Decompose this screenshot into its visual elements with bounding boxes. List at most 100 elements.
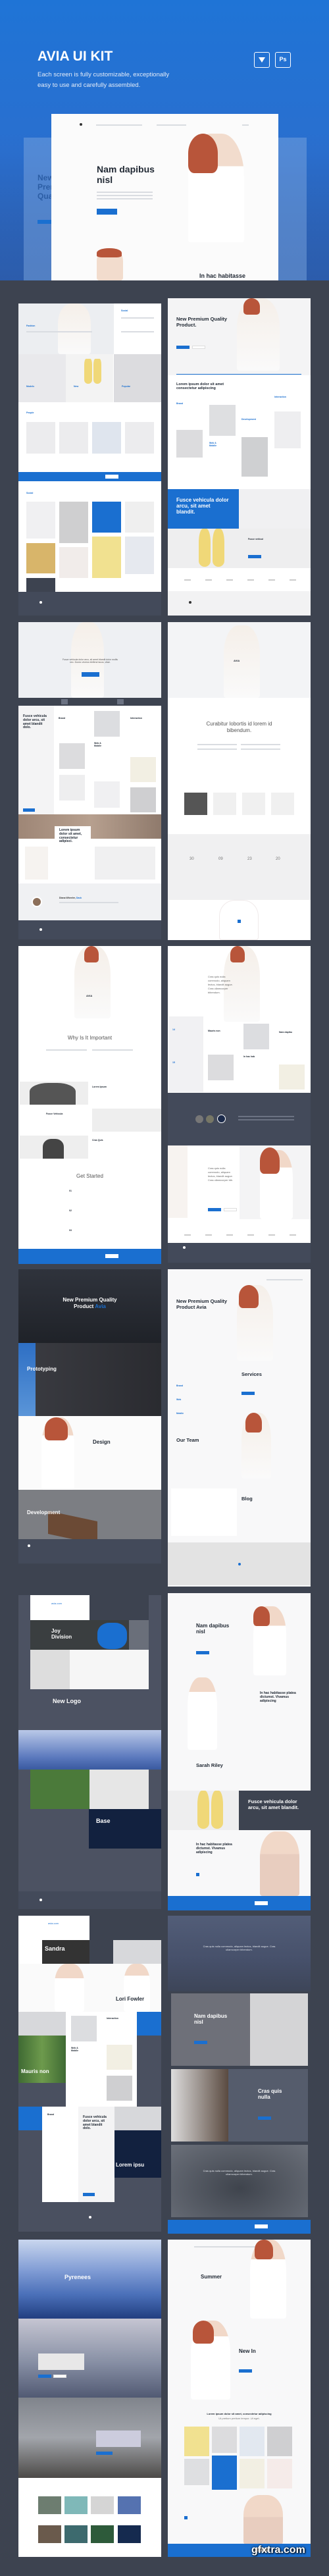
model-image <box>25 847 48 880</box>
product-tile[interactable] <box>240 2459 265 2488</box>
avatar[interactable] <box>206 1115 214 1123</box>
section-heading: Design <box>93 1439 111 1445</box>
text-placeholder <box>59 902 118 903</box>
thumbnail-image <box>96 2431 141 2447</box>
play-button[interactable] <box>184 2516 188 2519</box>
side-button[interactable] <box>23 808 35 812</box>
promo-tile[interactable] <box>212 2456 237 2490</box>
cta-button[interactable] <box>82 672 99 677</box>
secondary-button[interactable] <box>224 1208 237 1211</box>
product-tile[interactable] <box>184 2427 209 2456</box>
mockup-dark-collage: avia.com Joy Division New Logo Base <box>18 1595 161 1909</box>
event-date: 20 <box>276 857 280 861</box>
primary-button[interactable] <box>38 2375 51 2378</box>
text-placeholder <box>241 749 280 750</box>
avatar[interactable] <box>195 1115 203 1123</box>
primary-button[interactable] <box>96 2452 113 2455</box>
sign-up-link[interactable] <box>242 124 249 126</box>
product-tile[interactable] <box>184 2459 209 2485</box>
social-card[interactable] <box>92 502 121 533</box>
gallery-thumbnail[interactable] <box>38 2525 61 2543</box>
map-pin-icon[interactable] <box>238 1563 241 1565</box>
social-card[interactable] <box>125 502 154 533</box>
gallery-thumbnail[interactable] <box>91 2525 114 2543</box>
section-heading: Prototyping <box>27 1366 57 1372</box>
gallery-thumbnail[interactable] <box>118 2525 141 2543</box>
play-button[interactable] <box>238 920 241 923</box>
primary-button[interactable] <box>176 346 190 349</box>
subscribe-button[interactable] <box>255 2224 268 2228</box>
mockup-premium-product: New Premium Quality Product. Lorem ipsum… <box>168 298 311 616</box>
subscribe-button[interactable] <box>255 1901 268 1905</box>
tile-image <box>18 354 66 402</box>
primary-button[interactable] <box>258 2116 271 2120</box>
hero-heading: Nam dapibus nisl <box>97 164 155 186</box>
logo-icon <box>39 1899 42 1901</box>
model-hair <box>245 1413 262 1433</box>
nav-links[interactable] <box>96 124 142 126</box>
primary-button[interactable] <box>239 2369 252 2373</box>
product-tile[interactable] <box>267 2427 292 2456</box>
stationery-image <box>130 787 156 812</box>
gallery-thumbnail[interactable] <box>64 2496 88 2514</box>
primary-button[interactable] <box>196 1651 209 1654</box>
gallery-thumbnail[interactable] <box>118 2496 141 2514</box>
bag-image <box>59 775 85 801</box>
text-placeholder <box>97 192 153 193</box>
play-button[interactable] <box>196 1873 199 1876</box>
secondary-button[interactable] <box>53 2375 66 2378</box>
subscribe-button[interactable] <box>105 475 118 479</box>
author-name: Diana Wheeler, <box>59 897 76 899</box>
search-input[interactable] <box>157 124 186 126</box>
social-card[interactable] <box>26 502 55 539</box>
map[interactable] <box>38 2353 84 2370</box>
subscribe-button[interactable] <box>105 1254 118 1258</box>
product-tile[interactable] <box>212 2427 237 2453</box>
hero-heading: New Premium Quality Product. <box>176 316 228 328</box>
gallery-thumbnail[interactable] <box>38 2496 61 2514</box>
social-card[interactable] <box>92 537 121 578</box>
social-card[interactable] <box>59 547 88 578</box>
nav-links[interactable] <box>266 1279 303 1280</box>
person-name: Sarah Riley <box>196 1762 223 1768</box>
model-image <box>94 781 120 808</box>
top-nav[interactable] <box>18 298 161 303</box>
product-tile[interactable] <box>240 2427 265 2456</box>
hero-accent: Avia <box>95 1303 106 1310</box>
social-card[interactable] <box>26 543 55 573</box>
primary-button[interactable] <box>208 1208 221 1211</box>
quote-heading: In hac habitasse platea dictumst. Vivamu… <box>196 1843 232 1854</box>
text-placeholder <box>121 331 154 332</box>
model-hair <box>239 1285 259 1308</box>
nav-bar[interactable] <box>18 699 161 704</box>
avatar[interactable] <box>217 1115 226 1123</box>
testimonial-author: Diana Wheeler, Dack <box>59 897 82 899</box>
social-card[interactable] <box>59 502 88 543</box>
nav-links[interactable] <box>194 2246 260 2247</box>
slipper-image <box>107 2045 132 2070</box>
portrait-image <box>171 2069 228 2142</box>
photoshop-icon: Ps <box>275 52 291 68</box>
footer <box>18 1891 161 1909</box>
primary-button[interactable] <box>248 555 261 558</box>
gallery-thumbnail[interactable] <box>64 2525 88 2543</box>
side-button[interactable] <box>83 2193 95 2196</box>
primary-button[interactable] <box>194 2041 207 2044</box>
secondary-button[interactable] <box>192 346 205 349</box>
feature-label: Interaction <box>130 717 142 720</box>
card-image <box>209 405 236 436</box>
gallery-thumbnail[interactable] <box>91 2496 114 2514</box>
model-image <box>168 1145 188 1218</box>
text-placeholder <box>197 749 237 750</box>
chair-image <box>176 430 203 458</box>
model-image <box>55 1964 84 2012</box>
text-placeholder <box>121 317 154 319</box>
tile-label: New <box>74 385 79 388</box>
shop-button[interactable] <box>97 209 117 215</box>
section-heading: Blog <box>241 1496 253 1502</box>
product-tile[interactable] <box>267 2459 292 2488</box>
logo-icon <box>89 2216 91 2219</box>
feature-heading: Lorem ipsu <box>116 2162 145 2168</box>
social-card[interactable] <box>125 537 154 574</box>
primary-button[interactable] <box>241 1392 255 1395</box>
